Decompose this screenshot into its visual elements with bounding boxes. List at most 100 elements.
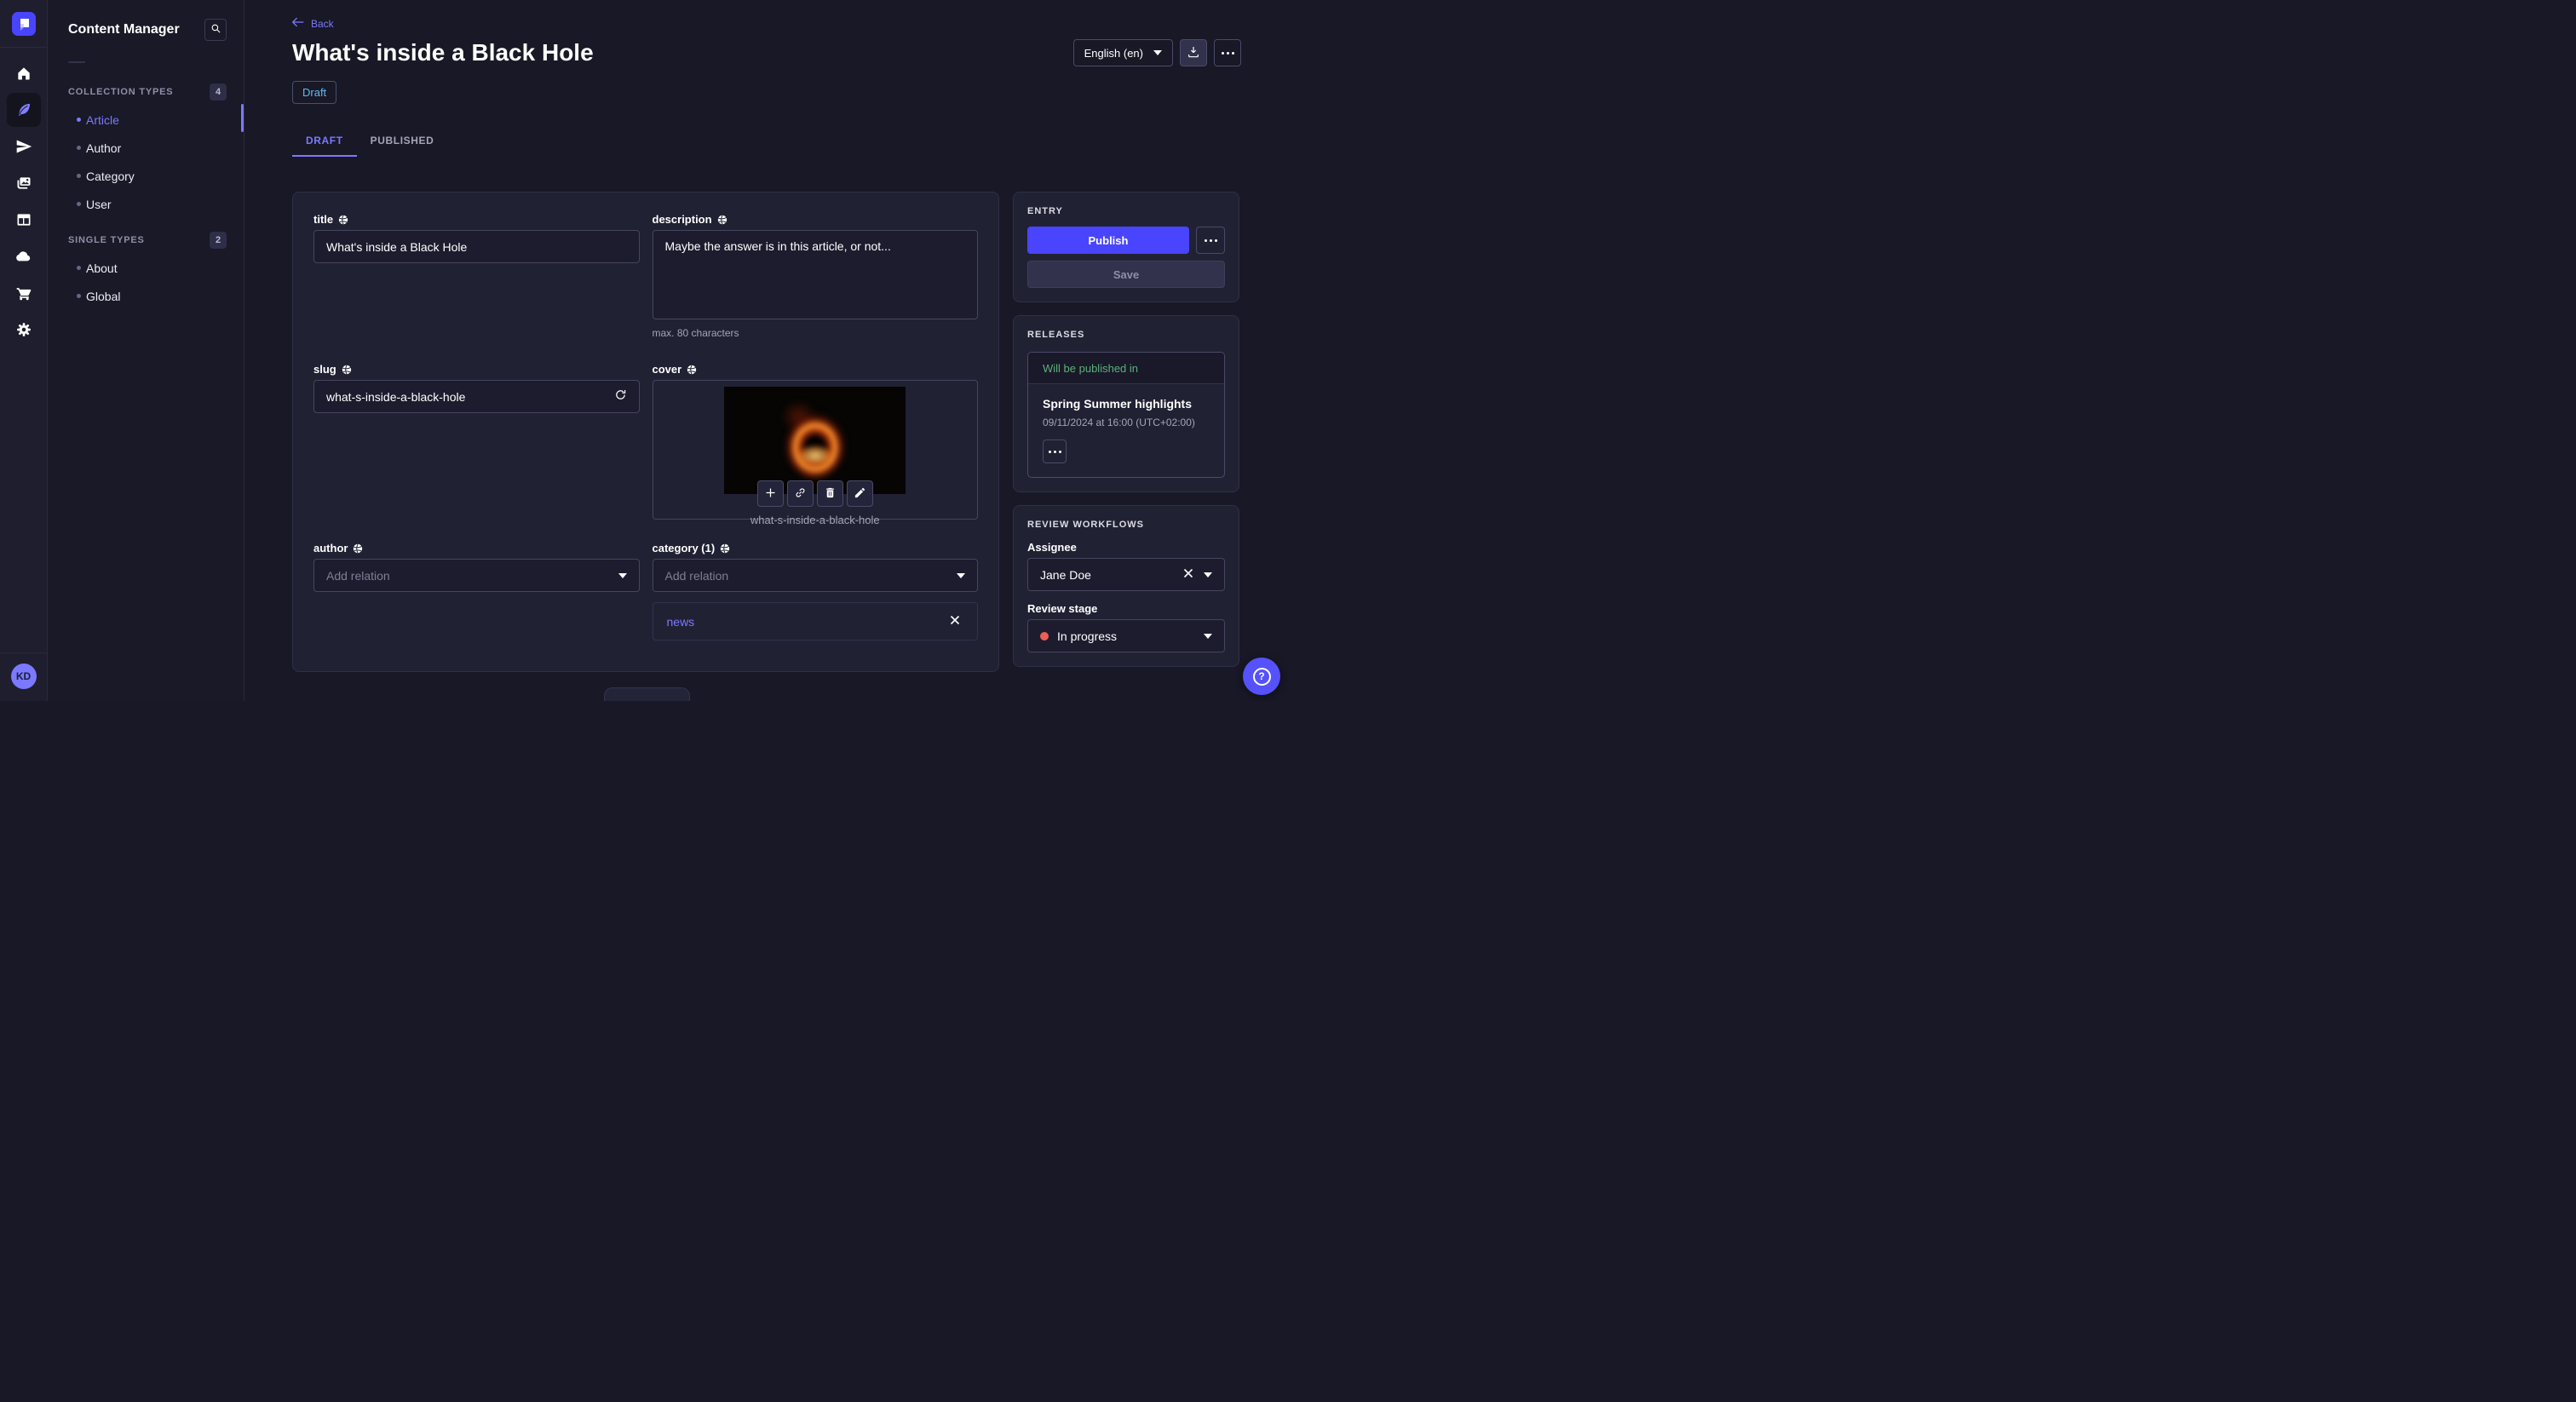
review-stage-select[interactable]: In progress — [1027, 619, 1225, 652]
section-single-types: SINGLE TYPES 2 About Global — [48, 232, 244, 310]
slug-field-group: slug — [313, 363, 640, 520]
more-icon — [1204, 238, 1217, 242]
status-badge: Draft — [292, 81, 337, 104]
plus-icon — [764, 486, 777, 502]
entry-more-button[interactable] — [1196, 227, 1225, 254]
rail-item-settings[interactable] — [7, 313, 41, 347]
sidebar-title: Content Manager — [68, 22, 180, 37]
home-icon — [15, 65, 32, 82]
sidebar-item-author[interactable]: Author — [48, 134, 244, 162]
title-field-label: title — [313, 213, 334, 226]
back-link[interactable]: Back — [291, 17, 334, 30]
rail-item-content-type-builder[interactable] — [7, 203, 41, 237]
release-more-button[interactable] — [1043, 440, 1067, 463]
nav-rail: KD — [0, 0, 48, 701]
locale-select[interactable]: English (en) — [1072, 39, 1173, 66]
add-media-button[interactable] — [756, 480, 784, 507]
globe-icon — [338, 215, 348, 225]
download-icon — [1187, 45, 1200, 61]
sidebar: Content Manager COLLECTION TYPES 4 Artic… — [48, 0, 244, 701]
copy-link-button[interactable] — [786, 480, 814, 507]
close-icon — [1183, 568, 1193, 581]
title-input[interactable] — [313, 230, 640, 263]
more-icon — [1221, 51, 1234, 55]
more-actions-button[interactable] — [1214, 39, 1241, 66]
active-item-indicator — [241, 104, 244, 132]
chevron-down-icon — [1204, 633, 1212, 639]
help-button[interactable]: ? — [1243, 658, 1280, 695]
sidebar-item-label: User — [86, 197, 112, 211]
description-textarea[interactable]: Maybe the answer is in this article, or … — [652, 230, 978, 319]
description-field-group: description Maybe the answer is in this … — [652, 213, 978, 339]
sidebar-item-article[interactable]: Article — [48, 106, 244, 134]
tab-published[interactable]: PUBLISHED — [357, 126, 448, 157]
rail-item-marketplace[interactable] — [7, 276, 41, 310]
collapsed-component-pill[interactable] — [604, 687, 690, 701]
release-name: Spring Summer highlights — [1043, 397, 1193, 411]
sidebar-item-user[interactable]: User — [48, 190, 244, 218]
rail-item-content-manager[interactable] — [6, 93, 41, 127]
globe-icon — [720, 543, 730, 554]
search-icon — [210, 23, 221, 37]
bullet-icon — [77, 174, 81, 178]
rail-footer: KD — [0, 652, 47, 701]
user-avatar[interactable]: KD — [10, 664, 37, 689]
layout-icon — [15, 211, 32, 228]
bullet-icon — [77, 294, 81, 298]
sidebar-item-label: Author — [86, 141, 122, 155]
description-hint: max. 80 characters — [652, 327, 739, 339]
chevron-down-icon — [1153, 50, 1162, 55]
regenerate-slug-button[interactable] — [612, 388, 630, 405]
author-relation-select[interactable]: Add relation — [313, 559, 640, 592]
clear-assignee-button[interactable] — [1180, 566, 1197, 583]
description-field-label: description — [652, 213, 712, 226]
sidebar-item-global[interactable]: Global — [48, 282, 244, 310]
slug-field-label: slug — [313, 363, 336, 376]
edit-form-card: title description Maybe the answer is in… — [292, 192, 999, 672]
publish-button[interactable]: Publish — [1027, 227, 1189, 254]
strapi-logo-icon — [11, 11, 36, 36]
version-tabs: DRAFT PUBLISHED — [292, 126, 1241, 157]
rail-item-home[interactable] — [7, 56, 41, 90]
rail-item-media-library[interactable] — [7, 166, 41, 200]
export-button[interactable] — [1180, 39, 1207, 66]
title-field-group: title — [313, 213, 640, 339]
edit-media-button[interactable] — [846, 480, 873, 507]
sidebar-item-about[interactable]: About — [48, 254, 244, 282]
relation-link-news[interactable]: news — [667, 615, 695, 629]
assignee-select[interactable]: Jane Doe — [1027, 558, 1225, 591]
more-icon — [1048, 450, 1061, 453]
close-icon — [950, 615, 960, 628]
remove-relation-button[interactable] — [946, 613, 963, 630]
chevron-down-icon — [957, 572, 965, 578]
bullet-icon — [77, 266, 81, 270]
slug-input[interactable] — [313, 380, 640, 413]
sidebar-item-category[interactable]: Category — [48, 162, 244, 190]
assignee-label: Assignee — [1027, 541, 1077, 554]
link-icon — [794, 486, 807, 502]
category-field-label: category (1) — [652, 542, 716, 554]
review-stage-label: Review stage — [1027, 602, 1098, 615]
review-panel-title: REVIEW WORKFLOWS — [1027, 520, 1144, 530]
rail-item-deploy-cloud[interactable] — [7, 239, 41, 273]
collection-types-label: COLLECTION TYPES — [68, 87, 174, 97]
tab-draft[interactable]: DRAFT — [292, 126, 357, 157]
delete-media-button[interactable] — [816, 480, 843, 507]
release-status: Will be published in — [1028, 353, 1224, 384]
app-window: KD Content Manager COLLECTION TYPES 4 Ar… — [0, 0, 1288, 701]
chevron-down-icon — [1204, 572, 1212, 577]
author-field-label: author — [313, 542, 348, 554]
cover-media-box: what-s-inside-a-black-hole — [652, 380, 978, 526]
save-button[interactable]: Save — [1027, 261, 1225, 288]
cover-actions — [756, 480, 873, 507]
single-types-label: SINGLE TYPES — [68, 235, 145, 245]
search-button[interactable] — [204, 19, 227, 41]
pencil-icon — [854, 486, 866, 502]
section-collection-types: COLLECTION TYPES 4 Article Author Catego… — [48, 83, 244, 218]
cover-image-black-hole[interactable] — [724, 387, 906, 494]
category-relation-select[interactable]: Add relation — [652, 559, 978, 592]
bullet-icon — [77, 202, 81, 206]
rail-item-releases[interactable] — [7, 129, 41, 164]
sidebar-item-label: Article — [86, 112, 119, 127]
strapi-logo[interactable] — [0, 0, 48, 48]
